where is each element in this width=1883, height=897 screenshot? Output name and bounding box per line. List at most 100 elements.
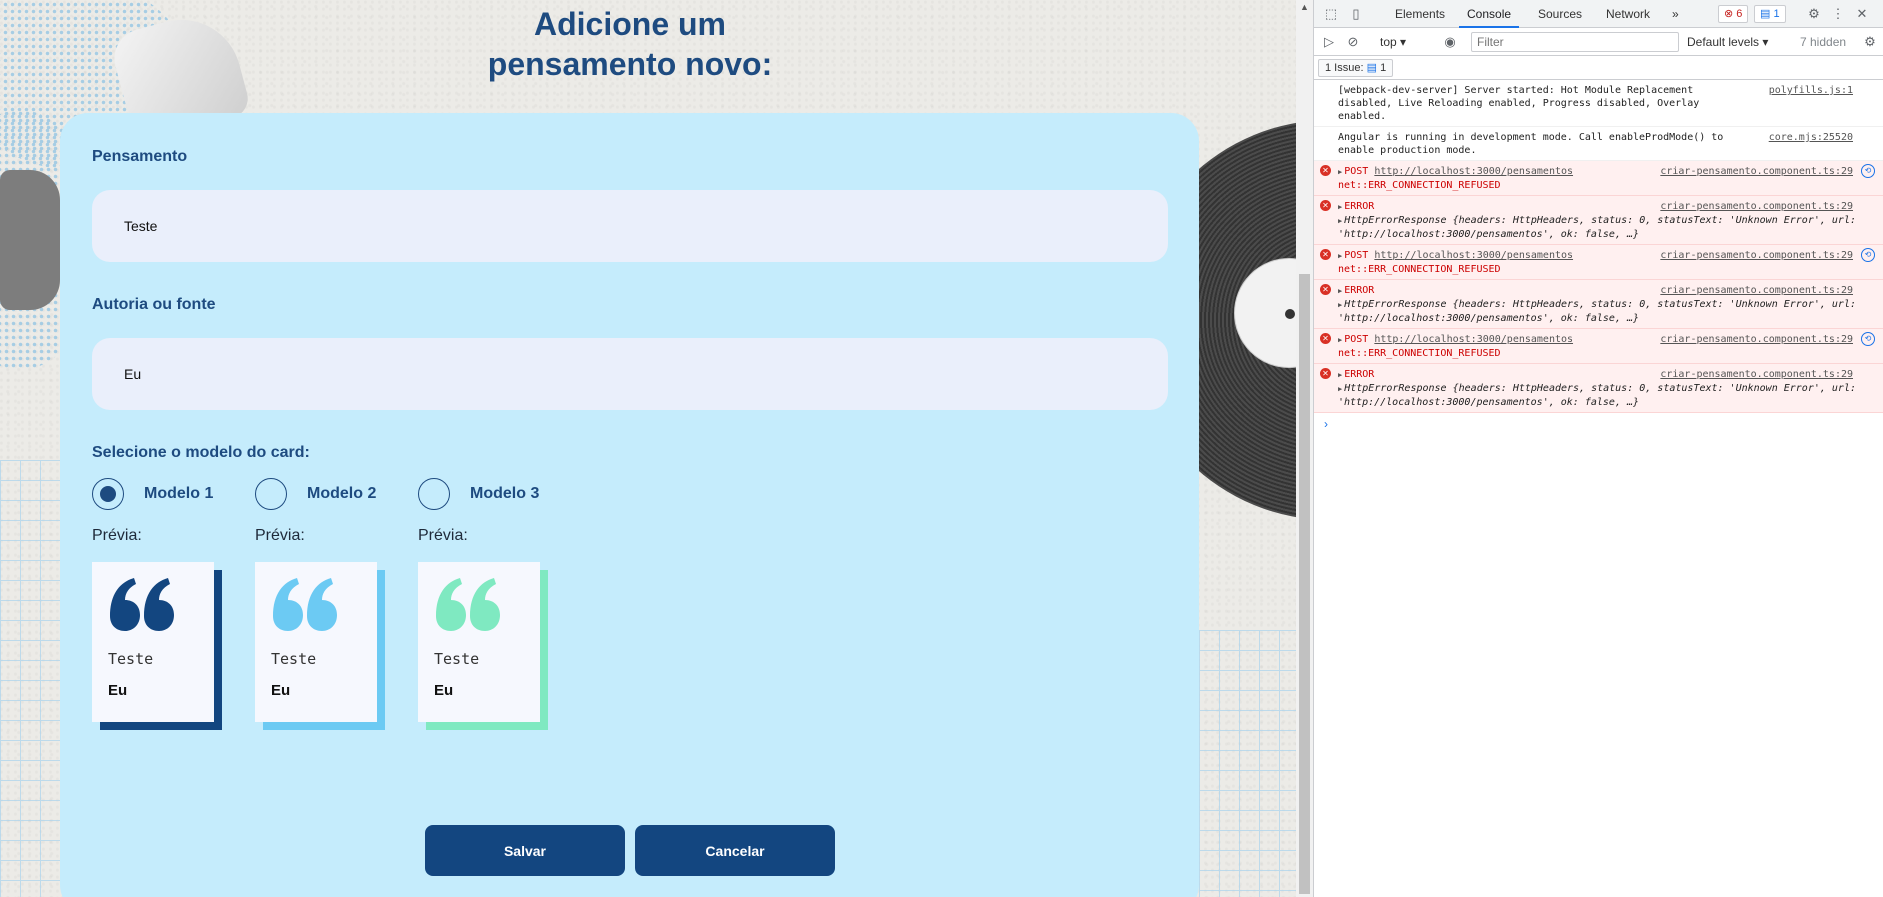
- autoria-input[interactable]: [92, 338, 1168, 410]
- preview-card: Teste Eu: [255, 562, 377, 722]
- inspect-element-icon[interactable]: ⬚: [1323, 6, 1339, 22]
- error-object-name: HttpErrorResponse: [1344, 299, 1447, 310]
- preview-author: Eu: [271, 682, 291, 699]
- issues-button[interactable]: 1 Issue: ▤ 1: [1318, 59, 1394, 77]
- expand-triangle-icon[interactable]: ▶: [1338, 287, 1342, 295]
- page-title: Adicione um pensamento novo:: [430, 4, 830, 84]
- network-request-icon[interactable]: ⟲: [1861, 164, 1875, 178]
- error-icon: ✕: [1320, 284, 1331, 295]
- tab-network[interactable]: Network: [1598, 0, 1658, 28]
- error-count: 6: [1736, 8, 1743, 20]
- post-prefix: POST: [1344, 250, 1369, 261]
- more-tabs-icon[interactable]: »: [1664, 0, 1687, 28]
- network-request-icon[interactable]: ⟲: [1861, 248, 1875, 262]
- network-request-icon[interactable]: ⟲: [1861, 332, 1875, 346]
- cancel-button[interactable]: Cancelar: [635, 825, 835, 876]
- context-select[interactable]: top ▾: [1380, 35, 1406, 49]
- scrollbar-thumb[interactable]: [1299, 274, 1310, 894]
- decorative-grid: [0, 460, 60, 897]
- preview-label: Prévia:: [418, 527, 468, 544]
- quote-icon: [110, 578, 174, 631]
- request-url-link[interactable]: http://localhost:3000/pensamentos: [1374, 166, 1573, 177]
- gear-icon[interactable]: ⚙: [1806, 6, 1822, 22]
- console-log-row: [webpack-dev-server] Server started: Hot…: [1314, 80, 1883, 127]
- log-source-link[interactable]: criar-pensamento.component.ts:29: [1660, 368, 1853, 381]
- decorative-hand: [0, 170, 60, 310]
- tab-elements[interactable]: Elements: [1387, 0, 1453, 28]
- tab-sources[interactable]: Sources: [1530, 0, 1590, 28]
- message-count: 1: [1773, 8, 1780, 20]
- expand-triangle-icon[interactable]: ▶: [1338, 371, 1342, 379]
- expand-triangle-icon[interactable]: ▶: [1338, 385, 1342, 393]
- error-icon: ✕: [1320, 333, 1331, 344]
- radio-modelo-2[interactable]: Modelo 2: [255, 478, 376, 510]
- radio-button[interactable]: [255, 478, 287, 510]
- log-source-link[interactable]: criar-pensamento.component.ts:29: [1660, 165, 1853, 178]
- console-prompt[interactable]: ›: [1314, 413, 1883, 431]
- error-label: ERROR: [1344, 369, 1375, 380]
- request-url-link[interactable]: http://localhost:3000/pensamentos: [1374, 250, 1573, 261]
- radio-button[interactable]: [418, 478, 450, 510]
- error-detail: net::ERR_CONNECTION_REFUSED: [1338, 180, 1501, 191]
- console-filter-input[interactable]: [1471, 32, 1679, 52]
- preview-card: Teste Eu: [92, 562, 214, 722]
- log-source-link[interactable]: criar-pensamento.component.ts:29: [1660, 284, 1853, 297]
- error-count-badge[interactable]: ⊗ 6: [1718, 5, 1749, 23]
- modelo-label: Selecione o modelo do card:: [92, 444, 310, 461]
- chevron-down-icon: ▾: [1762, 35, 1769, 49]
- radio-button[interactable]: [92, 478, 124, 510]
- quote-icon: [436, 578, 500, 631]
- scroll-up-icon[interactable]: ▲: [1300, 2, 1309, 12]
- preview-text: Teste: [434, 650, 480, 668]
- console-error-row[interactable]: ✕ ▶ POST http://localhost:3000/pensamento…: [1314, 161, 1883, 196]
- sidebar-toggle-icon[interactable]: ▷: [1321, 34, 1337, 50]
- log-levels-select[interactable]: Default levels ▾: [1687, 35, 1768, 49]
- expand-triangle-icon[interactable]: ▶: [1338, 217, 1342, 225]
- chevron-down-icon: ▾: [1400, 35, 1407, 49]
- log-source-link[interactable]: criar-pensamento.component.ts:29: [1660, 249, 1853, 262]
- console-error-row[interactable]: ✕ ▶ POST http://localhost:3000/pensamento…: [1314, 245, 1883, 280]
- page-scrollbar[interactable]: ▲: [1296, 0, 1313, 897]
- radio-selected-dot: [100, 486, 116, 502]
- preview-label: Prévia:: [255, 527, 305, 544]
- log-source-link[interactable]: core.mjs:25520: [1769, 131, 1853, 144]
- expand-triangle-icon[interactable]: ▶: [1338, 301, 1342, 309]
- save-button[interactable]: Salvar: [425, 825, 625, 876]
- clear-console-icon[interactable]: ⊘: [1345, 34, 1361, 50]
- kebab-menu-icon[interactable]: ⋮: [1830, 6, 1846, 22]
- expand-triangle-icon[interactable]: ▶: [1338, 252, 1342, 260]
- radio-label: Modelo 2: [307, 485, 377, 502]
- console-error-row[interactable]: ✕ ▶ ERROR ▶ HttpErrorResponse {headers: Ht…: [1314, 196, 1883, 245]
- console-settings-icon[interactable]: ⚙: [1862, 34, 1878, 50]
- message-icon: ▤: [1366, 62, 1377, 74]
- message-icon: ▤: [1760, 8, 1771, 20]
- error-label: ERROR: [1344, 201, 1375, 212]
- quote-icon: [273, 578, 337, 631]
- expand-triangle-icon[interactable]: ▶: [1338, 203, 1342, 211]
- error-icon: ✕: [1320, 200, 1331, 211]
- expand-triangle-icon[interactable]: ▶: [1338, 168, 1342, 176]
- pensamento-label: Pensamento: [92, 148, 188, 165]
- close-icon[interactable]: ✕: [1854, 6, 1870, 22]
- device-toolbar-icon[interactable]: ▯: [1348, 6, 1364, 22]
- tab-console[interactable]: Console: [1459, 0, 1520, 28]
- radio-label: Modelo 3: [470, 485, 540, 502]
- pensamento-input[interactable]: [92, 190, 1168, 262]
- hidden-count: 7 hidden: [1800, 35, 1847, 49]
- radio-modelo-3[interactable]: Modelo 3: [418, 478, 539, 510]
- expand-triangle-icon[interactable]: ▶: [1338, 336, 1342, 344]
- error-icon: ✕: [1320, 249, 1331, 260]
- radio-label: Modelo 1: [144, 485, 214, 502]
- console-error-row[interactable]: ✕ ▶ ERROR ▶ HttpErrorResponse {headers: Ht…: [1314, 280, 1883, 329]
- console-error-row[interactable]: ✕ ▶ ERROR ▶ HttpErrorResponse {headers: Ht…: [1314, 364, 1883, 413]
- log-source-link[interactable]: polyfills.js:1: [1769, 84, 1853, 97]
- log-source-link[interactable]: criar-pensamento.component.ts:29: [1660, 333, 1853, 346]
- error-icon: ✕: [1320, 165, 1331, 176]
- eye-icon[interactable]: ◉: [1442, 34, 1458, 50]
- request-url-link[interactable]: http://localhost:3000/pensamentos: [1374, 334, 1573, 345]
- log-source-link[interactable]: criar-pensamento.component.ts:29: [1660, 200, 1853, 213]
- message-count-badge[interactable]: ▤ 1: [1754, 5, 1786, 23]
- log-message: [webpack-dev-server] Server started: Hot…: [1338, 85, 1700, 122]
- radio-modelo-1[interactable]: Modelo 1: [92, 478, 213, 510]
- console-error-row[interactable]: ✕ ▶ POST http://localhost:3000/pensamento…: [1314, 329, 1883, 364]
